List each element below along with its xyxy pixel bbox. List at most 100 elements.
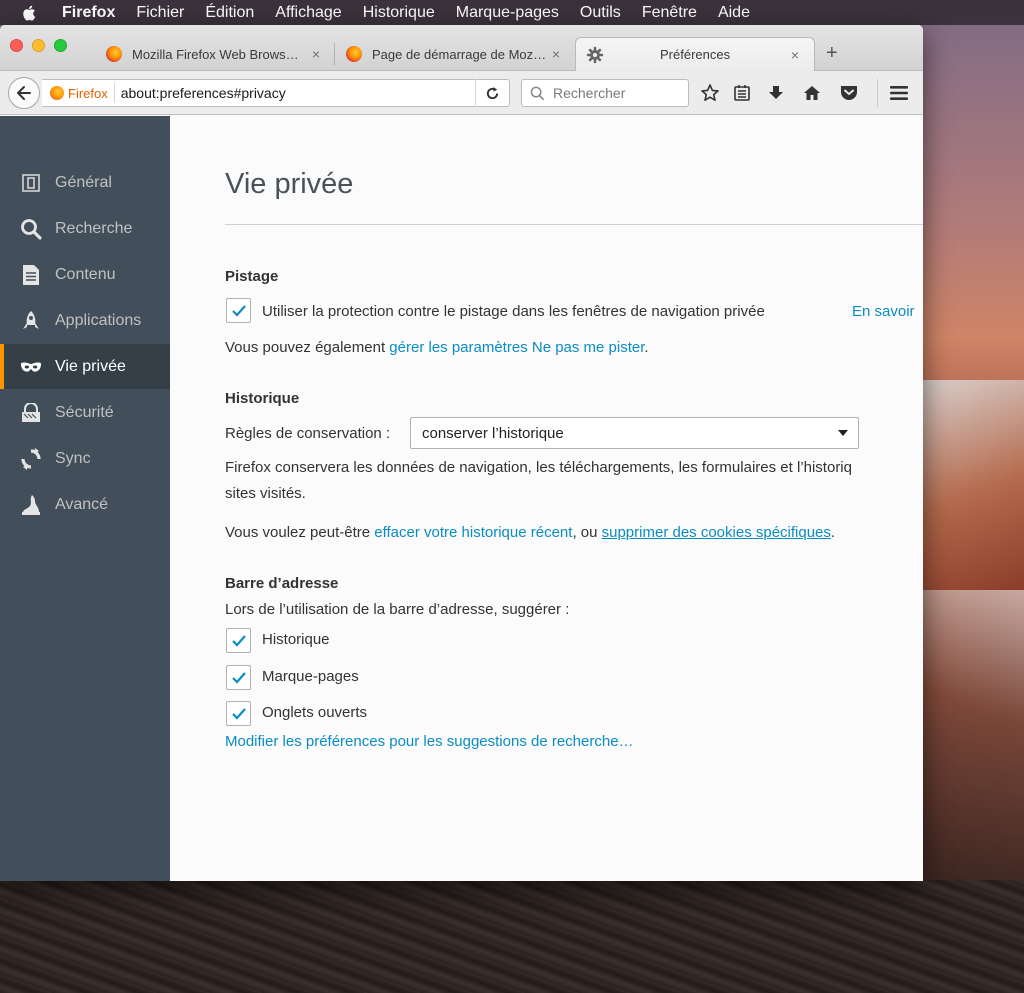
tracking-protection-label: Utiliser la protection contre le pistage…	[262, 303, 765, 320]
history-description-line2: sites visités.	[225, 485, 306, 502]
bookmarks-list-icon	[734, 85, 750, 101]
back-button[interactable]	[8, 77, 40, 109]
history-heading: Historique	[225, 390, 300, 407]
bookmarks-menu-button[interactable]	[731, 82, 753, 104]
sidebar-item-applications[interactable]: Applications	[0, 298, 170, 343]
sidebar-item-label: Général	[55, 173, 112, 191]
checkmark-icon	[231, 671, 246, 684]
sidebar-item-sync[interactable]: Sync	[0, 436, 170, 481]
search-placeholder: Rechercher	[553, 85, 626, 101]
tab-preferences[interactable]: Préférences ×	[575, 37, 815, 71]
chevron-down-icon	[838, 430, 848, 436]
downloads-button[interactable]	[765, 82, 787, 104]
reload-button[interactable]	[475, 79, 509, 107]
addressbar-heading: Barre d’adresse	[225, 575, 339, 592]
sidebar-item-advanced[interactable]: Avancé	[0, 482, 170, 527]
history-mode-select[interactable]: conserver l’historique	[410, 417, 859, 449]
menu-fichier[interactable]: Fichier	[136, 4, 184, 22]
menu-marque-pages[interactable]: Marque-pages	[456, 4, 559, 22]
menu-fenetre[interactable]: Fenêtre	[642, 4, 697, 22]
tab-page-demarrage[interactable]: Page de démarrage de Moz… ×	[340, 37, 575, 71]
menu-historique[interactable]: Historique	[363, 4, 435, 22]
new-tab-button[interactable]: +	[826, 42, 838, 65]
sidebar-item-label: Recherche	[55, 219, 133, 237]
reload-icon	[486, 86, 499, 99]
tab-separator	[334, 43, 335, 65]
identity-box[interactable]: Firefox	[42, 83, 115, 103]
history-rules-label: Règles de conservation :	[225, 425, 391, 442]
navigation-toolbar: Firefox about:preferences#privacy Recher…	[0, 71, 923, 115]
suggest-bookmarks-label: Marque-pages	[262, 668, 359, 685]
window-minimize-button[interactable]	[32, 39, 45, 52]
sidebar-item-general[interactable]: Général	[0, 160, 170, 205]
tab-close-icon[interactable]: ×	[549, 46, 563, 62]
tab-label: Mozilla Firefox Web Brows…	[132, 46, 299, 62]
history-description-line1: Firefox conservera les données de naviga…	[225, 459, 852, 476]
hamburger-menu-button[interactable]	[888, 82, 910, 104]
suggest-bookmarks-checkbox[interactable]	[226, 665, 251, 690]
url-text[interactable]: about:preferences#privacy	[115, 85, 475, 101]
window-zoom-button[interactable]	[54, 39, 67, 52]
home-button[interactable]	[801, 82, 823, 104]
learn-more-link[interactable]: En savoir	[852, 303, 915, 320]
pocket-button[interactable]	[838, 82, 860, 104]
suggest-open-tabs-checkbox[interactable]	[226, 701, 251, 726]
window-close-button[interactable]	[10, 39, 23, 52]
clear-recent-history-link[interactable]: effacer votre historique récent	[374, 524, 572, 541]
checkmark-icon	[231, 304, 246, 317]
firefox-window: Mozilla Firefox Web Brows… × Page de dém…	[0, 25, 923, 881]
dnt-settings-link[interactable]: gérer les paramètres Ne pas me pister	[389, 339, 644, 356]
advanced-icon	[20, 494, 42, 516]
menu-app-name[interactable]: Firefox	[62, 4, 115, 22]
addressbar-intro: Lors de l’utilisation de la barre d’adre…	[225, 601, 570, 618]
suggest-history-checkbox[interactable]	[226, 628, 251, 653]
preferences-content: Vie privée Pistage Utiliser la protectio…	[170, 116, 923, 881]
tab-mozilla-firefox[interactable]: Mozilla Firefox Web Brows… ×	[100, 37, 335, 71]
desktop-wallpaper-rocks	[0, 880, 1024, 993]
suggest-open-tabs-label: Onglets ouverts	[262, 704, 368, 721]
tab-close-icon[interactable]: ×	[788, 47, 802, 63]
url-bar[interactable]: Firefox about:preferences#privacy	[42, 79, 510, 107]
sidebar-item-label: Applications	[55, 311, 142, 329]
checkmark-icon	[231, 634, 246, 647]
history-mode-value: conserver l’historique	[422, 424, 564, 442]
bookmark-star-button[interactable]	[699, 82, 721, 104]
back-arrow-icon	[17, 86, 31, 100]
clear-history-line: Vous voulez peut-être effacer votre hist…	[225, 524, 835, 541]
desktop-wallpaper-snow	[920, 590, 1024, 890]
title-divider	[225, 224, 923, 225]
dnt-suffix: .	[644, 339, 649, 356]
tracking-protection-checkbox[interactable]	[226, 298, 251, 323]
general-icon	[20, 172, 42, 194]
sidebar-item-content[interactable]: Contenu	[0, 252, 170, 297]
hamburger-menu-icon	[890, 86, 908, 100]
download-arrow-icon	[769, 86, 783, 99]
search-suggestion-prefs-link[interactable]: Modifier les préférences pour les sugges…	[225, 733, 634, 750]
pocket-icon	[841, 86, 857, 100]
sidebar-item-security[interactable]: Sécurité	[0, 390, 170, 435]
sidebar-item-label: Avancé	[55, 495, 109, 513]
recent-middle: , ou	[572, 524, 602, 541]
sidebar-item-label: Sécurité	[55, 403, 114, 421]
tab-strip: Mozilla Firefox Web Brows… × Page de dém…	[0, 25, 923, 71]
remove-cookies-link[interactable]: supprimer des cookies spécifiques	[602, 524, 831, 541]
tab-label: Préférences	[660, 47, 731, 62]
apple-logo-icon[interactable]	[22, 4, 38, 22]
sidebar-item-privacy[interactable]: Vie privée	[0, 344, 170, 389]
sidebar-item-search[interactable]: Recherche	[0, 206, 170, 251]
tab-close-icon[interactable]: ×	[309, 46, 323, 62]
recent-suffix: .	[830, 524, 836, 541]
search-bar[interactable]: Rechercher	[521, 79, 689, 107]
applications-icon	[20, 310, 42, 332]
menu-outils[interactable]: Outils	[580, 4, 621, 22]
menu-aide[interactable]: Aide	[718, 4, 750, 22]
checkmark-icon	[231, 707, 246, 720]
sidebar-item-label: Vie privée	[55, 357, 126, 375]
preferences-sidebar: Général Recherche Contenu Applications V…	[0, 116, 170, 881]
menu-edition[interactable]: Édition	[205, 4, 254, 22]
firefox-favicon-icon	[106, 46, 122, 62]
sidebar-item-label: Sync	[55, 449, 91, 467]
recent-prefix: Vous voulez peut-être	[225, 524, 375, 541]
menu-affichage[interactable]: Affichage	[275, 4, 341, 22]
firefox-favicon-icon	[346, 46, 362, 62]
